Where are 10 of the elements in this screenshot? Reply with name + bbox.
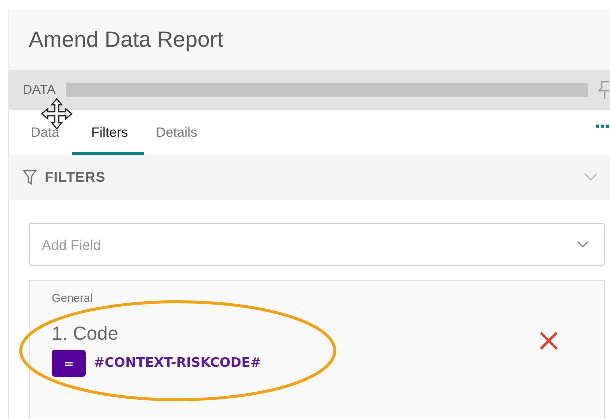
data-label: DATA (23, 81, 56, 100)
operator-button[interactable]: = (52, 350, 86, 378)
filter-value: #CONTEXT-RISKCODE# (94, 355, 262, 373)
tab[interactable]: Details (144, 110, 210, 155)
filter-title: 1. Code (52, 323, 119, 346)
more-menu-button[interactable]: ··· (594, 115, 610, 139)
group-label: General (52, 292, 94, 307)
add-field-dropdown[interactable]: Add Field (29, 223, 605, 266)
panel-title: Amend Data Report (29, 27, 224, 52)
section-title: FILTERS (45, 168, 107, 187)
